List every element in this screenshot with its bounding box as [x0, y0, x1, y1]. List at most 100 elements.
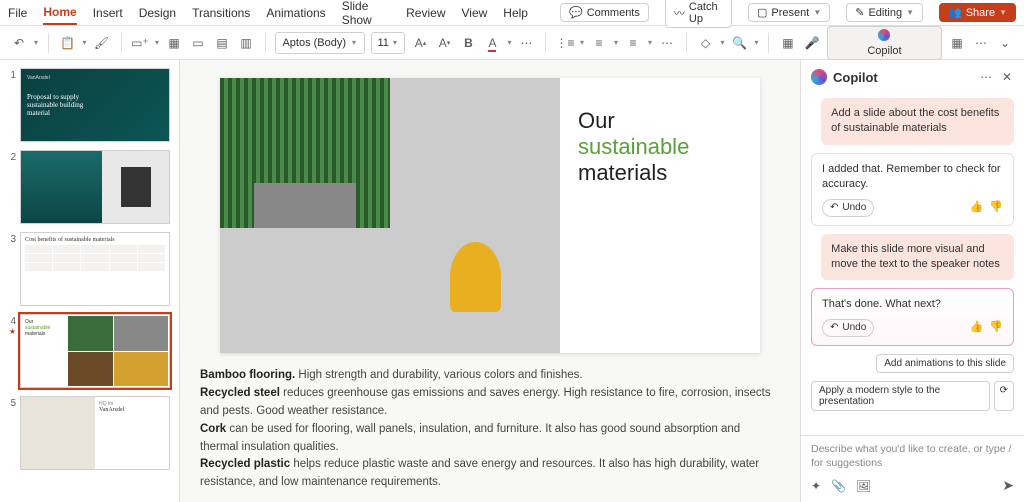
image-icon[interactable]: 🖼 [856, 479, 871, 493]
undo-button[interactable]: ↶ Undo [822, 319, 874, 337]
sparkle-icon[interactable]: ✦ [811, 479, 821, 493]
font-size-select[interactable]: 11▾ [371, 32, 405, 54]
thumbnail-slide-2[interactable] [20, 150, 170, 224]
chevron-down-icon[interactable]: ▾ [648, 38, 652, 47]
slide-image-plastic [390, 228, 560, 353]
thumb-brand: VanArsdel [99, 407, 165, 413]
paste-button[interactable]: 📋 [58, 32, 76, 54]
tab-view[interactable]: View [462, 2, 488, 24]
font-name-select[interactable]: Aptos (Body)▾ [275, 32, 365, 54]
chevron-down-icon[interactable]: ▾ [614, 38, 618, 47]
chevron-down-icon[interactable]: ▾ [507, 38, 511, 47]
current-slide[interactable]: Our sustainable materials [220, 78, 760, 353]
thumbnail-slide-1[interactable]: VanArsdel Proposal to supply sustainable… [20, 68, 170, 142]
copilot-icon [878, 29, 890, 41]
chevron-down-icon: ▾ [393, 38, 397, 47]
tab-design[interactable]: Design [139, 2, 176, 24]
thumbs-down-icon[interactable]: 👎 [989, 200, 1003, 215]
copilot-input[interactable]: Describe what you'd like to create, or t… [811, 442, 1014, 471]
thumbnail-slide-3[interactable]: Cost benefits of sustainable materials [20, 232, 170, 306]
bullets-button[interactable]: ⋮≡ [556, 32, 574, 54]
thumbnail-slide-5[interactable]: HQ forVanArsdel [20, 396, 170, 470]
present-button[interactable]: ▢ Present ▼ [748, 3, 830, 22]
more-para-button[interactable]: ⋯ [658, 32, 676, 54]
thumbs-up-icon[interactable]: 👍 [970, 200, 984, 215]
tab-transitions[interactable]: Transitions [192, 2, 250, 24]
thumbnail-row[interactable]: 5 HQ forVanArsdel [6, 396, 173, 470]
thumbnail-row[interactable]: 1 VanArsdel Proposal to supply sustainab… [6, 68, 173, 142]
suggestion-chip[interactable]: Add animations to this slide [876, 354, 1014, 373]
slide-image-cork [220, 228, 390, 353]
editing-label: Editing [868, 7, 902, 19]
chevron-down-icon[interactable]: ▾ [720, 38, 724, 47]
section-button[interactable]: ▤ [213, 32, 231, 54]
slide-title-line-1: Our [578, 108, 742, 134]
numbering-button[interactable]: ≡ [590, 32, 608, 54]
bold-button[interactable]: B [459, 32, 477, 54]
thumbnail-slide-4[interactable]: Oursustainablematerials [20, 314, 170, 388]
share-button[interactable]: 👥 Share ▼ [939, 3, 1016, 22]
tab-insert[interactable]: Insert [93, 2, 123, 24]
thumbs-up-icon[interactable]: 👍 [970, 320, 984, 335]
tab-home[interactable]: Home [43, 1, 76, 25]
thumbnail-row[interactable]: 3 Cost benefits of sustainable materials [6, 232, 173, 306]
main-area: 1 VanArsdel Proposal to supply sustainab… [0, 60, 1024, 502]
thumb-brand: VanArsdel [27, 75, 163, 81]
thumbs-down-icon[interactable]: 👎 [989, 320, 1003, 335]
copilot-panel: Copilot ⋯ ✕ Add a slide about the cost b… [800, 60, 1024, 502]
user-message: Add a slide about the cost benefits of s… [821, 98, 1014, 145]
chevron-down-icon: ▼ [813, 8, 821, 17]
undo-button[interactable]: ↶ [10, 32, 28, 54]
grid-view-button[interactable]: ▦ [948, 32, 966, 54]
tab-help[interactable]: Help [503, 2, 528, 24]
tab-file[interactable]: File [8, 2, 27, 24]
reset-button[interactable]: ▭ [189, 32, 207, 54]
chevron-down-icon: ▼ [906, 8, 914, 17]
slide-title-box[interactable]: Our sustainable materials [560, 78, 760, 353]
designer-button[interactable]: ▦ [779, 32, 797, 54]
format-painter-button[interactable]: 🖌 [93, 32, 111, 54]
thumbnail-row[interactable]: 4★ Oursustainablematerials [6, 314, 173, 388]
thumbnail-number: 1 [6, 68, 16, 142]
send-icon[interactable]: ➤ [1002, 477, 1014, 494]
notes-term: Cork [200, 423, 226, 435]
font-color-button[interactable]: A [483, 32, 501, 54]
increase-font-button[interactable]: A▴ [411, 32, 429, 54]
undo-button[interactable]: ↶ Undo [822, 199, 874, 217]
chevron-down-icon[interactable]: ▾ [155, 38, 159, 47]
overflow-button[interactable]: ⋯ [972, 32, 990, 54]
tab-animations[interactable]: Animations [266, 2, 325, 24]
share-label: Share [966, 7, 995, 19]
refresh-suggestions-button[interactable]: ⟳ [994, 381, 1014, 411]
menu-bar: File Home Insert Design Transitions Anim… [0, 0, 1024, 26]
editing-button[interactable]: ✎ Editing ▼ [846, 3, 923, 22]
speaker-notes[interactable]: Bamboo flooring. High strength and durab… [200, 367, 780, 492]
more-icon[interactable]: ⋯ [978, 68, 994, 86]
reuse-slides-button[interactable]: ▥ [237, 32, 255, 54]
slide-title-line-3: materials [578, 160, 742, 186]
copilot-ribbon-button[interactable]: Copilot [827, 26, 942, 60]
new-slide-button[interactable]: ▭⁺ [131, 32, 149, 54]
dictate-button[interactable]: 🎤 [803, 32, 821, 54]
chevron-down-icon[interactable]: ▾ [82, 38, 86, 47]
slide-canvas-area: Our sustainable materials Bamboo floorin… [180, 60, 800, 502]
align-button[interactable]: ≡ [624, 32, 642, 54]
tab-review[interactable]: Review [406, 2, 445, 24]
shapes-button[interactable]: ◇ [696, 32, 714, 54]
attach-icon[interactable]: 📎 [831, 479, 846, 493]
collapse-ribbon-button[interactable]: ⌄ [996, 32, 1014, 54]
chevron-down-icon[interactable]: ▾ [34, 38, 38, 47]
chevron-down-icon[interactable]: ▾ [580, 38, 584, 47]
layout-button[interactable]: ▦ [165, 32, 183, 54]
find-button[interactable]: 🔍 [730, 32, 748, 54]
comments-button[interactable]: 💬 Comments [560, 3, 649, 22]
catch-up-button[interactable]: 〰 Catch Up [665, 0, 732, 28]
thumbnail-row[interactable]: 2 [6, 150, 173, 224]
suggestion-chip[interactable]: Apply a modern style to the presentation [811, 381, 990, 411]
thumbnail-number: 4★ [6, 314, 16, 388]
chevron-down-icon[interactable]: ▾ [754, 38, 758, 47]
more-font-button[interactable]: ⋯ [517, 32, 535, 54]
decrease-font-button[interactable]: A▾ [435, 32, 453, 54]
notes-text: reduces greenhouse gas emissions and sav… [200, 387, 771, 417]
close-icon[interactable]: ✕ [1000, 68, 1014, 86]
